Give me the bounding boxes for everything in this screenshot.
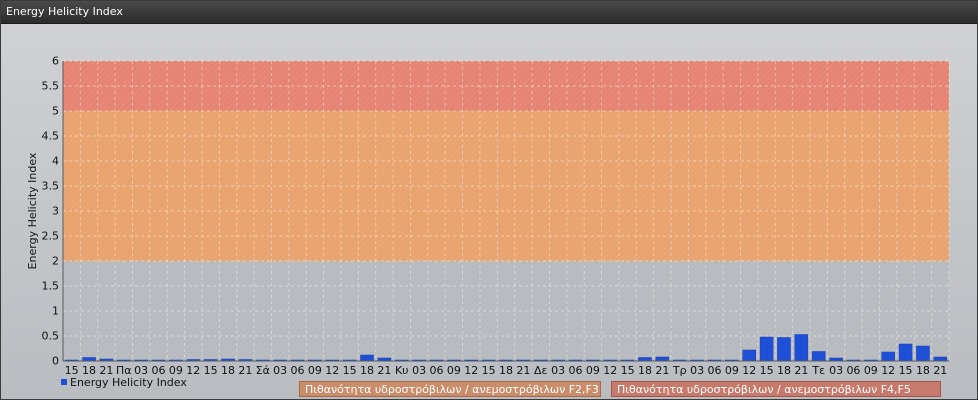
- y-tick-label-3: 1.5: [42, 280, 60, 293]
- x-tick-label-16: 15: [343, 364, 357, 377]
- helicity-chart: 0 0.5 1 1.5 2 2.5 3 3.5 4 4.5 5 5.5 6 Energy Helicity…: [26, 55, 950, 377]
- x-tick-label-39: 12: [742, 364, 756, 377]
- bar-47: [881, 351, 895, 362]
- x-tick-label-12: 03: [273, 364, 287, 377]
- y-axis-label: Energy Helicity Index: [26, 152, 39, 269]
- x-tick-label-9: 18: [221, 364, 235, 377]
- x-tick-label-35: Τρ: [672, 364, 687, 377]
- x-tick-label-28: 03: [551, 364, 565, 377]
- x-tick-label-32: 15: [621, 364, 635, 377]
- x-tick-label-27: Δε: [534, 364, 548, 377]
- bar-33: [638, 357, 652, 362]
- legend-series-label: Energy Helicity Index: [70, 376, 187, 389]
- x-tick-label-23: 12: [464, 364, 478, 377]
- x-tick-label-34: 21: [655, 364, 669, 377]
- x-tick-label-19: Κυ: [395, 364, 409, 377]
- x-tick-label-15: 12: [325, 364, 339, 377]
- y-tick-label-10: 5: [52, 105, 59, 118]
- x-tick-label-22: 09: [447, 364, 461, 377]
- x-tick-label-48: 15: [899, 364, 913, 377]
- bar-43: [811, 351, 826, 362]
- x-tick-label-36: 03: [690, 364, 704, 377]
- x-tick-label-30: 09: [586, 364, 600, 377]
- x-tick-label-26: 21: [516, 364, 530, 377]
- bar-40: [759, 336, 774, 362]
- x-tick-label-21: 06: [430, 364, 444, 377]
- x-tick-label-49: 18: [916, 364, 930, 377]
- x-tick-label-38: 09: [725, 364, 739, 377]
- bar-42: [794, 334, 809, 362]
- y-tick-label-4: 2: [52, 255, 59, 268]
- bar-1: [82, 357, 96, 362]
- legend-series-entry[interactable]: Energy Helicity Index: [61, 376, 187, 389]
- x-tick-label-13: 06: [291, 364, 305, 377]
- y-tick-label-2: 1: [52, 305, 59, 318]
- bar-49: [916, 345, 930, 362]
- x-tick-label-17: 18: [360, 364, 374, 377]
- x-tick-label-14: 09: [308, 364, 322, 377]
- x-tick-label-31: 12: [603, 364, 617, 377]
- y-tick-label-5: 2.5: [42, 230, 60, 243]
- y-tick-label-8: 4: [52, 155, 59, 168]
- bar-41: [777, 337, 791, 362]
- x-tick-label-40: 15: [760, 364, 774, 377]
- legend-band-f4f5-label: Πιθανότητα υδροστρόβιλων / ανεμοστρόβιλω…: [617, 383, 911, 396]
- x-tick-label-50: 21: [933, 364, 947, 377]
- x-tick-label-18: 21: [377, 364, 391, 377]
- x-tick-label-37: 06: [707, 364, 721, 377]
- x-tick-label-46: 09: [864, 364, 878, 377]
- plot-area: 0 0.5 1 1.5 2 2.5 3 3.5 4 4.5 5 5.5 6 Energy Helicity…: [1, 24, 977, 399]
- bar-34: [655, 356, 670, 362]
- legend-band-f2f3-label: Πιθανότητα υδροστρόβιλων / ανεμοστρόβιλω…: [305, 383, 599, 396]
- x-tick-label-42: 21: [794, 364, 808, 377]
- legend-band-f4f5[interactable]: Πιθανότητα υδροστρόβιλων / ανεμοστρόβιλω…: [611, 381, 941, 397]
- y-tick-label-1: 0.5: [42, 330, 60, 343]
- x-tick-label-43: Τε: [811, 364, 825, 377]
- bar-50: [933, 356, 948, 362]
- bar-39: [742, 349, 756, 362]
- x-tick-label-7: 12: [186, 364, 200, 377]
- x-tick-label-25: 18: [499, 364, 513, 377]
- widget-title: Energy Helicity Index: [6, 5, 123, 18]
- y-tick-label-9: 4.5: [42, 130, 60, 143]
- y-tick-label-7: 3.5: [42, 180, 60, 193]
- widget-titlebar: Energy Helicity Index: [1, 1, 977, 24]
- y-tick-label-6: 3: [52, 205, 59, 218]
- x-tick-label-8: 15: [204, 364, 218, 377]
- y-tick-label-0: 0: [52, 355, 59, 368]
- x-tick-label-29: 06: [568, 364, 582, 377]
- bar-17: [360, 354, 374, 362]
- bar-48: [898, 343, 913, 362]
- x-tick-label-24: 15: [482, 364, 496, 377]
- y-tick-label-11: 5.5: [42, 80, 60, 93]
- x-tick-label-44: 03: [829, 364, 843, 377]
- x-tick-label-47: 12: [881, 364, 895, 377]
- x-tick-label-20: 03: [412, 364, 426, 377]
- x-tick-label-33: 18: [638, 364, 652, 377]
- energy-helicity-widget: Energy Helicity Index 0 0.5 1 1.5 2 2.5 3 3.5 4 4…: [0, 0, 978, 400]
- x-tick-label-45: 06: [846, 364, 860, 377]
- legend-band-f2f3[interactable]: Πιθανότητα υδροστρόβιλων / ανεμοστρόβιλω…: [299, 381, 601, 397]
- y-tick-label-12: 6: [52, 55, 59, 68]
- x-tick-label-41: 18: [777, 364, 791, 377]
- x-tick-label-11: Σά: [256, 364, 270, 377]
- x-tick-label-10: 21: [238, 364, 252, 377]
- legend-series-swatch: [61, 379, 67, 385]
